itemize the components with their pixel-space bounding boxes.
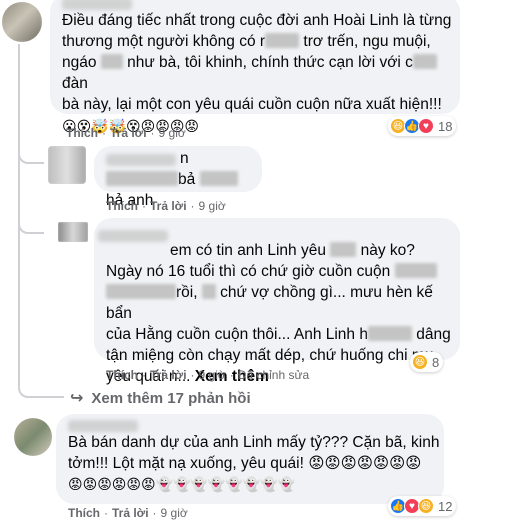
comment-actions: Thích · Trả lời · 9 giờ (106, 199, 226, 213)
timestamp[interactable]: 9 giờ (161, 506, 188, 520)
avatar[interactable] (58, 222, 88, 242)
comment-text-line: Ngày nó 16 tuổi thì có chứ giờ cuồn cuộn (106, 261, 456, 282)
haha-icon: 😆 (412, 354, 428, 370)
author-name-redacted[interactable] (62, 0, 132, 10)
comment-actions: Thích · Trả lời · 9 giờ (68, 506, 188, 520)
like-button[interactable]: Thích (106, 199, 138, 213)
comment-text-line: ngáo như bà, tôi khinh, chính thức cạn l… (62, 52, 452, 94)
thread-curve (18, 150, 44, 164)
comment-bubble: n bả hả anh (94, 146, 262, 209)
like-button[interactable]: Thích (66, 126, 98, 140)
timestamp[interactable]: 9 giờ (159, 126, 186, 140)
edited-label: Đã chỉnh sửa (237, 368, 310, 382)
comment-actions: Thích · Trả lời · 9 giờ · Đã chỉnh sửa (106, 368, 310, 382)
comment-text-line: của Hằng cuồn cuộn thôi... Anh Linh h dâ… (106, 326, 451, 343)
comment-text-line: rồi, chứ vợ chồng gì... mưu hèn kế bẩn (106, 284, 433, 322)
author-name-redacted[interactable] (68, 420, 138, 432)
comment-text-line: tận miệng còn chạy mất dép, chứ huống ch… (106, 347, 434, 364)
comment-bubble: Điều đáng tiếc nhất trong cuộc đời anh H… (50, 0, 460, 134)
view-more-replies-label: Xem thêm 17 phản hồi (91, 389, 251, 407)
reply-button[interactable]: Trả lời (110, 126, 147, 140)
reaction-count: 8 (432, 354, 440, 370)
like-button[interactable]: Thích (106, 368, 138, 382)
comment-text-line: bà này, lại một con yêu quái cuồn cuộn n… (62, 96, 442, 113)
haha-icon: 😆 (418, 498, 434, 514)
timestamp[interactable]: 9 giờ (199, 199, 226, 213)
view-more-replies-button[interactable]: ↪ Xem thêm 17 phản hồi (70, 388, 251, 408)
reaction-summary[interactable]: 😆 8 (410, 352, 444, 372)
comment-text-line: thương một người không có r trơ trến, ng… (62, 33, 431, 50)
comment-bubble: em có tin anh Linh yêu này ko? Ngày nó 1… (94, 218, 460, 385)
reaction-summary[interactable]: 😆 👍 ♥ 18 (388, 116, 457, 136)
comment-bubble: Bà bán danh dự của anh Linh mấy tỷ??? Cặ… (56, 414, 444, 504)
emoji-row: 😡😡😡😡😡😡👻👻👻👻👻👻👻👻 (68, 476, 296, 492)
timestamp[interactable]: 9 giờ (199, 368, 226, 382)
comment-text-line: em có tin anh Linh yêu này ko? (170, 242, 415, 259)
avatar[interactable] (48, 146, 86, 184)
avatar[interactable] (14, 418, 52, 456)
reply-button[interactable]: Trả lời (112, 506, 149, 520)
comment-text-line: Điều đáng tiếc nhất trong cuộc đời anh H… (62, 12, 452, 29)
comment-text-line: n (180, 150, 189, 167)
love-icon: ♥ (418, 118, 434, 134)
thread-line (18, 44, 20, 384)
like-button[interactable]: Thích (68, 506, 100, 520)
reaction-count: 12 (438, 498, 453, 514)
thread-curve (18, 384, 64, 398)
avatar[interactable] (2, 2, 42, 42)
comment-text-line: Bà bán danh dự của anh Linh mấy tỷ??? Cặ… (68, 434, 440, 451)
reaction-summary[interactable]: 👍 ♥ 😆 12 (388, 496, 457, 516)
reply-button[interactable]: Trả lời (150, 199, 187, 213)
thread-curve (18, 220, 44, 234)
comment-actions: Thích · Trả lời · 9 giờ (66, 126, 186, 140)
reply-button[interactable]: Trả lời (150, 368, 187, 382)
reaction-count: 18 (438, 118, 453, 134)
comment-text-line: tởm!!! Lột mặt nạ xuống, yêu quái! 😡😡😡😡😡… (68, 455, 422, 472)
reply-arrow-icon: ↪ (70, 390, 84, 407)
